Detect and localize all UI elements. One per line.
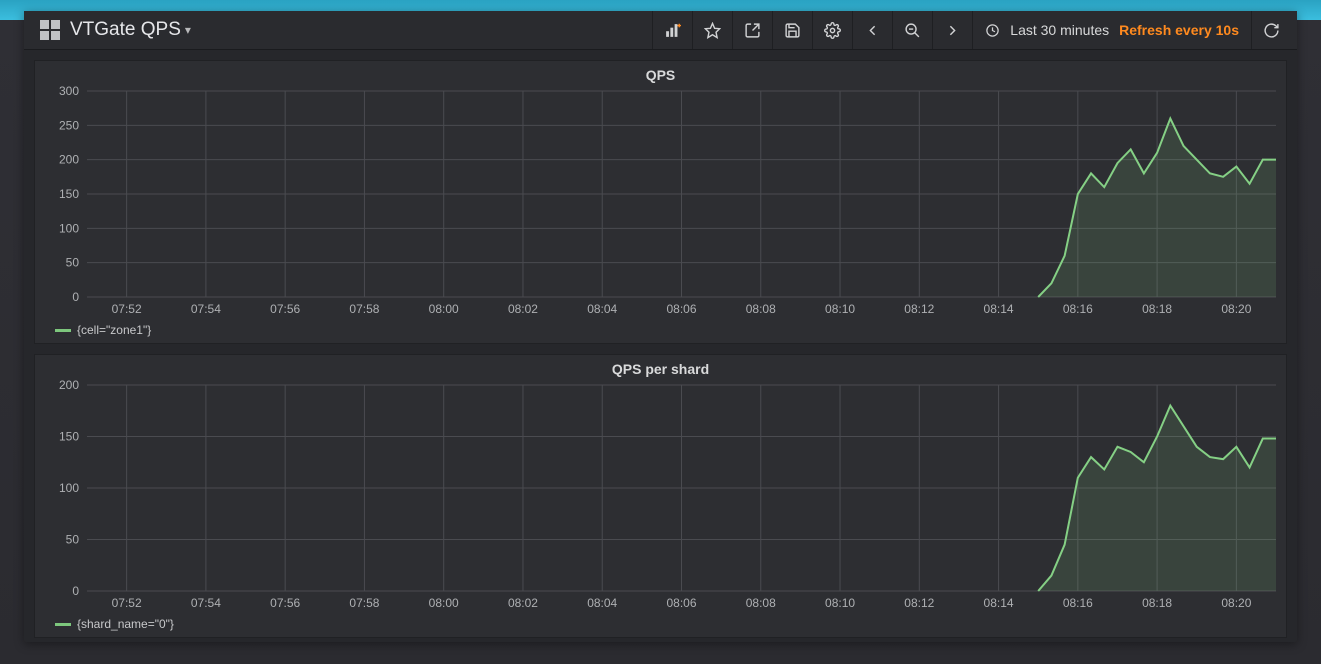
time-forward-button[interactable] xyxy=(932,11,972,49)
svg-text:200: 200 xyxy=(59,153,79,167)
legend-swatch-icon xyxy=(55,329,71,332)
svg-text:08:12: 08:12 xyxy=(904,596,934,610)
dashboard-title: VTGate QPS xyxy=(70,19,181,41)
time-range-picker[interactable]: Last 30 minutes Refresh every 10s xyxy=(972,11,1251,49)
refresh-interval-label: Refresh every 10s xyxy=(1119,22,1239,38)
time-range-label: Last 30 minutes xyxy=(1010,22,1109,38)
svg-text:07:52: 07:52 xyxy=(112,302,142,316)
svg-text:08:14: 08:14 xyxy=(984,596,1014,610)
svg-text:300: 300 xyxy=(59,85,79,98)
svg-text:07:58: 07:58 xyxy=(349,302,379,316)
dashboard-title-button[interactable]: VTGate QPS ▾ xyxy=(70,19,191,41)
add-panel-button[interactable] xyxy=(652,11,692,49)
svg-text:07:54: 07:54 xyxy=(191,302,221,316)
svg-text:08:14: 08:14 xyxy=(984,302,1014,316)
time-back-button[interactable] xyxy=(852,11,892,49)
svg-text:08:04: 08:04 xyxy=(587,302,617,316)
svg-text:50: 50 xyxy=(66,533,80,547)
dashboard-header: VTGate QPS ▾ xyxy=(24,11,1297,50)
svg-text:200: 200 xyxy=(59,379,79,392)
save-button[interactable] xyxy=(772,11,812,49)
svg-text:07:54: 07:54 xyxy=(191,596,221,610)
svg-text:07:58: 07:58 xyxy=(349,596,379,610)
svg-text:100: 100 xyxy=(59,221,79,235)
panel-title: QPS per shard xyxy=(35,355,1286,379)
panel-title: QPS xyxy=(35,61,1286,85)
svg-text:08:20: 08:20 xyxy=(1221,302,1251,316)
dashboard-grid-icon[interactable] xyxy=(40,20,60,40)
legend-series-label: {shard_name="0"} xyxy=(77,617,174,631)
zoom-out-button[interactable] xyxy=(892,11,932,49)
settings-button[interactable] xyxy=(812,11,852,49)
chart-canvas[interactable]: 0 50 100 150 200 07:52 07:54 07:56 07:58 08:00 08:… xyxy=(35,379,1286,613)
star-button[interactable] xyxy=(692,11,732,49)
svg-text:150: 150 xyxy=(59,187,79,201)
share-button[interactable] xyxy=(732,11,772,49)
svg-text:08:02: 08:02 xyxy=(508,596,538,610)
legend-swatch-icon xyxy=(55,623,71,626)
svg-text:08:16: 08:16 xyxy=(1063,596,1093,610)
svg-text:08:00: 08:00 xyxy=(429,596,459,610)
panel-qps[interactable]: QPS 0 50 100 150 200 250 300 07:52 07:54 07:56 07:… xyxy=(34,60,1287,344)
svg-text:08:08: 08:08 xyxy=(746,596,776,610)
svg-text:250: 250 xyxy=(59,118,79,132)
svg-text:08:12: 08:12 xyxy=(904,302,934,316)
svg-text:07:56: 07:56 xyxy=(270,302,300,316)
svg-text:08:10: 08:10 xyxy=(825,302,855,316)
svg-text:0: 0 xyxy=(72,584,79,598)
panel-qps-per-shard[interactable]: QPS per shard 0 50 100 150 200 07:52 07:54 07:5… xyxy=(34,354,1287,638)
svg-text:08:18: 08:18 xyxy=(1142,596,1172,610)
svg-text:0: 0 xyxy=(72,290,79,304)
svg-text:08:20: 08:20 xyxy=(1221,596,1251,610)
svg-text:07:56: 07:56 xyxy=(270,596,300,610)
chart-canvas[interactable]: 0 50 100 150 200 250 300 07:52 07:54 07:56 07:58 08… xyxy=(35,85,1286,319)
svg-text:08:00: 08:00 xyxy=(429,302,459,316)
svg-text:100: 100 xyxy=(59,481,79,495)
header-toolbar: Last 30 minutes Refresh every 10s xyxy=(652,11,1291,49)
chevron-down-icon: ▾ xyxy=(185,23,191,37)
svg-text:08:16: 08:16 xyxy=(1063,302,1093,316)
legend[interactable]: {cell="zone1"} xyxy=(35,319,1286,343)
svg-text:08:18: 08:18 xyxy=(1142,302,1172,316)
legend-series-label: {cell="zone1"} xyxy=(77,323,151,337)
svg-text:08:08: 08:08 xyxy=(746,302,776,316)
svg-text:07:52: 07:52 xyxy=(112,596,142,610)
svg-text:08:02: 08:02 xyxy=(508,302,538,316)
svg-text:150: 150 xyxy=(59,430,79,444)
refresh-button[interactable] xyxy=(1251,11,1291,49)
svg-text:50: 50 xyxy=(66,256,80,270)
svg-text:08:06: 08:06 xyxy=(666,596,696,610)
svg-text:08:06: 08:06 xyxy=(666,302,696,316)
panels-container: QPS 0 50 100 150 200 250 300 07:52 07:54 07:56 07:… xyxy=(24,50,1297,642)
svg-text:08:04: 08:04 xyxy=(587,596,617,610)
svg-text:08:10: 08:10 xyxy=(825,596,855,610)
legend[interactable]: {shard_name="0"} xyxy=(35,613,1286,637)
